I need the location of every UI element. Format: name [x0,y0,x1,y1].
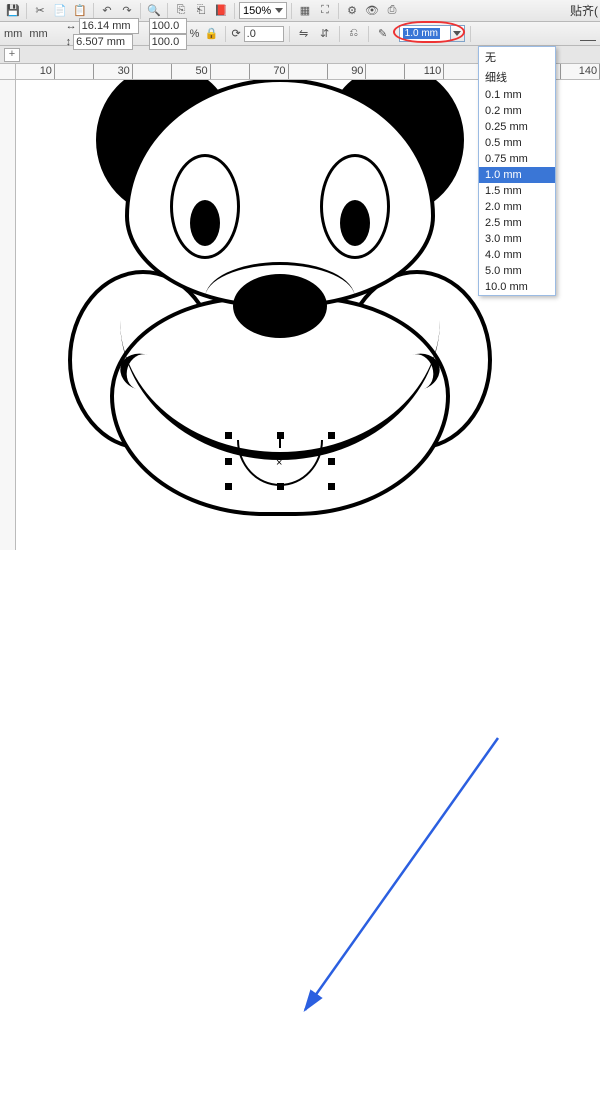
separator [338,3,339,19]
dd-item[interactable]: 2.0 mm [479,199,555,215]
separator [291,3,292,19]
fullscreen-icon[interactable]: ⛶ [316,2,334,20]
outline-width-value: 1.0 mm [403,28,440,39]
mickey-drawing: × [40,90,520,550]
dd-item[interactable]: 2.5 mm [479,215,555,231]
dd-item[interactable]: 4.0 mm [479,247,555,263]
selection-center[interactable]: × [276,457,282,469]
unit-label: mm [29,28,47,40]
height-icon: ↕ [66,36,72,48]
ruler-vertical[interactable] [0,80,16,550]
chevron-down-icon [275,8,283,13]
dd-item[interactable]: 0.25 mm [479,119,555,135]
rotate-icon: ⟳ [231,27,240,40]
scale-x: 100.0 [152,20,180,32]
outline-width-dropdown[interactable]: 无 细线 0.1 mm 0.2 mm 0.25 mm 0.5 mm 0.75 m… [478,46,556,296]
view-icon[interactable]: 👁 [363,2,381,20]
scale-y-input[interactable]: 100.0 [149,34,187,50]
export-icon[interactable]: ⎗ [192,2,210,20]
chevron-down-icon [453,31,461,36]
dd-item[interactable]: 5.0 mm [479,263,555,279]
handle-tm[interactable] [277,432,284,439]
separator [368,26,369,42]
separator [140,3,141,19]
mirror-v-icon[interactable]: ⇵ [316,25,334,43]
separator [289,26,290,42]
height-input[interactable]: 6.507 mm [73,34,133,50]
separator [225,26,226,42]
height-value: 6.507 mm [76,36,125,48]
dd-item[interactable]: 3.0 mm [479,231,555,247]
annotation-arrow [0,550,600,1100]
dd-item[interactable]: 10.0 mm [479,279,555,295]
scale-x-input[interactable]: 100.0 [149,18,187,34]
separator [234,3,235,19]
handle-br[interactable] [328,483,335,490]
separator [339,26,340,42]
separator [167,3,168,19]
handle-tl[interactable] [225,432,232,439]
separator [470,26,471,42]
width-value: 16.14 mm [82,20,131,32]
zoom-value: 150% [243,5,271,17]
mirror-h-icon[interactable]: ⇋ [295,25,313,43]
dd-item-selected[interactable]: 1.0 mm [479,167,555,183]
scale-y: 100.0 [152,36,180,48]
cut-icon[interactable]: ✂ [31,2,49,20]
outline-width-control: 1.0 mm [399,25,465,42]
save-icon[interactable]: 💾 [4,2,22,20]
ruler-cell: 10 [16,64,55,79]
handle-tr[interactable] [328,432,335,439]
menu-snap[interactable]: 贴齐( [570,2,598,19]
separator [93,3,94,19]
outline-width-dropdown-button[interactable] [451,25,465,42]
publish-icon[interactable]: ⎙ [383,2,401,20]
dd-item[interactable]: 0.75 mm [479,151,555,167]
options-icon[interactable]: ⚙ [343,2,361,20]
outline-width-input[interactable]: 1.0 mm [399,25,451,42]
dd-item[interactable]: 1.5 mm [479,183,555,199]
dd-item-hairline[interactable]: 细线 [479,67,555,87]
width-icon: ↔ [66,20,77,32]
dd-item-none[interactable]: 无 [479,47,555,67]
pdf-icon[interactable]: 📕 [212,2,230,20]
rotation-value: .0 [247,28,256,40]
handle-mr[interactable] [328,458,335,465]
percent-label: % [190,28,200,40]
separator [26,3,27,19]
zoom-combo[interactable]: 150% [239,2,287,19]
dd-item[interactable]: 0.5 mm [479,135,555,151]
plus-icon: + [9,49,15,60]
new-tab-button[interactable]: + [4,48,20,62]
width-input[interactable]: 16.14 mm [79,18,139,34]
dd-item[interactable]: 0.2 mm [479,103,555,119]
property-bar: mm mm ↔ 16.14 mm ↕ 6.507 mm 100.0 100.0 … [0,22,600,46]
lock-ratio-icon[interactable]: 🔒 [202,25,220,43]
handle-ml[interactable] [225,458,232,465]
selection-handles[interactable]: × [225,432,335,490]
line-style-sample[interactable] [580,40,596,41]
unit-label: mm [4,28,22,40]
dd-item[interactable]: 0.1 mm [479,87,555,103]
rotation-input[interactable]: .0 [244,26,284,42]
handle-bl[interactable] [225,483,232,490]
snap-icon[interactable]: ▦ [296,2,314,20]
wrap-icon[interactable]: ⎌ [345,25,363,43]
handle-bm[interactable] [277,483,284,490]
outline-pen-icon[interactable]: ✎ [374,25,392,43]
